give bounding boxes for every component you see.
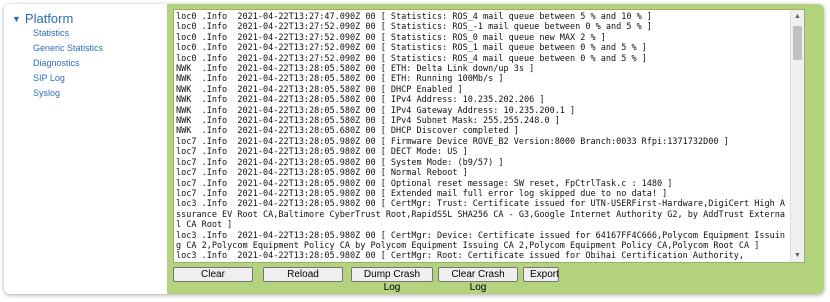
log-lines: loc0 .Info 2021-04-22T13:27:47.090Z 00 [… [176,12,788,262]
scroll-thumb[interactable] [793,26,802,60]
window-frame: ▼ Platform Statistics Generic Statistics… [4,4,824,294]
scroll-down-arrow-icon[interactable]: ▼ [791,249,804,262]
vertical-scrollbar[interactable]: ▲ ▼ [790,10,804,262]
sidebar-nav: ▼ Platform Statistics Generic Statistics… [4,4,167,294]
log-line: loc3 .Info 2021-04-22T13:28:05.980Z 00 [… [176,199,785,231]
syslog-textarea[interactable]: loc0 .Info 2021-04-22T13:27:47.090Z 00 [… [173,9,805,263]
log-line: NWK .Info 2021-04-22T13:28:05.580Z 00 [ … [176,64,535,75]
log-line: NWK .Info 2021-04-22T13:28:05.580Z 00 [ … [176,74,504,85]
export-button[interactable]: Export [523,267,559,282]
platform-nav-list: Statistics Generic Statistics Diagnostic… [33,26,103,101]
log-line: NWK .Info 2021-04-22T13:28:05.580Z 00 [ … [176,105,576,116]
log-line: loc7 .Info 2021-04-22T13:28:05.980Z 00 [… [176,147,468,158]
log-line: loc7 .Info 2021-04-22T13:28:05.980Z 00 [… [176,178,673,189]
log-line: NWK .Info 2021-04-22T13:28:05.580Z 00 [ … [176,84,463,95]
log-line: loc0 .Info 2021-04-22T13:27:52.090Z 00 [… [176,43,647,54]
clear-button[interactable]: Clear [173,267,253,282]
platform-section-title: Platform [24,11,74,26]
log-line: loc0 .Info 2021-04-22T13:27:52.090Z 00 [… [176,22,652,33]
log-line: loc7 .Info 2021-04-22T13:28:05.980Z 00 [… [176,157,504,168]
log-line: loc0 .Info 2021-04-22T13:27:52.090Z 00 [… [176,32,606,43]
platform-section-toggle[interactable]: ▼ Platform [12,11,73,26]
log-actions-toolbar: Clear Reload Dump Crash Log Clear Crash … [173,267,559,293]
sidebar-item-diagnostics[interactable]: Diagnostics [33,56,103,71]
sidebar-item-syslog[interactable]: Syslog [33,86,103,101]
log-line: NWK .Info 2021-04-22T13:28:05.580Z 00 [ … [176,116,560,127]
log-line: loc0 .Info 2021-04-22T13:27:47.090Z 00 [… [176,12,652,22]
sidebar-item-statistics[interactable]: Statistics [33,26,103,41]
sidebar-item-generic-statistics[interactable]: Generic Statistics [33,41,103,56]
clear-crash-log-button[interactable]: Clear Crash Log [438,267,518,293]
log-line: NWK .Info 2021-04-22T13:28:05.580Z 00 [ … [176,95,545,106]
log-line: loc7 .Info 2021-04-22T13:28:05.980Z 00 [… [176,136,729,147]
log-line: loc3 .Info 2021-04-22T13:28:05.980Z 00 [… [176,251,745,262]
log-line: loc7 .Info 2021-04-22T13:28:05.980Z 00 [… [176,168,468,179]
main-panel: loc0 .Info 2021-04-22T13:27:47.090Z 00 [… [167,4,824,294]
reload-button[interactable]: Reload [263,267,343,282]
triangle-down-icon: ▼ [12,13,21,24]
scroll-up-arrow-icon[interactable]: ▲ [791,10,804,23]
sidebar-item-sip-log[interactable]: SIP Log [33,71,103,86]
dump-crash-log-button[interactable]: Dump Crash Log [351,267,433,293]
log-line: loc3 .Info 2021-04-22T13:28:05.980Z 00 [… [176,230,785,251]
log-line: loc0 .Info 2021-04-22T13:27:52.090Z 00 [… [176,53,647,64]
log-line: NWK .Info 2021-04-22T13:28:05.680Z 00 [ … [176,126,519,137]
log-line: loc7 .Info 2021-04-22T13:28:05.980Z 00 [… [176,188,668,199]
